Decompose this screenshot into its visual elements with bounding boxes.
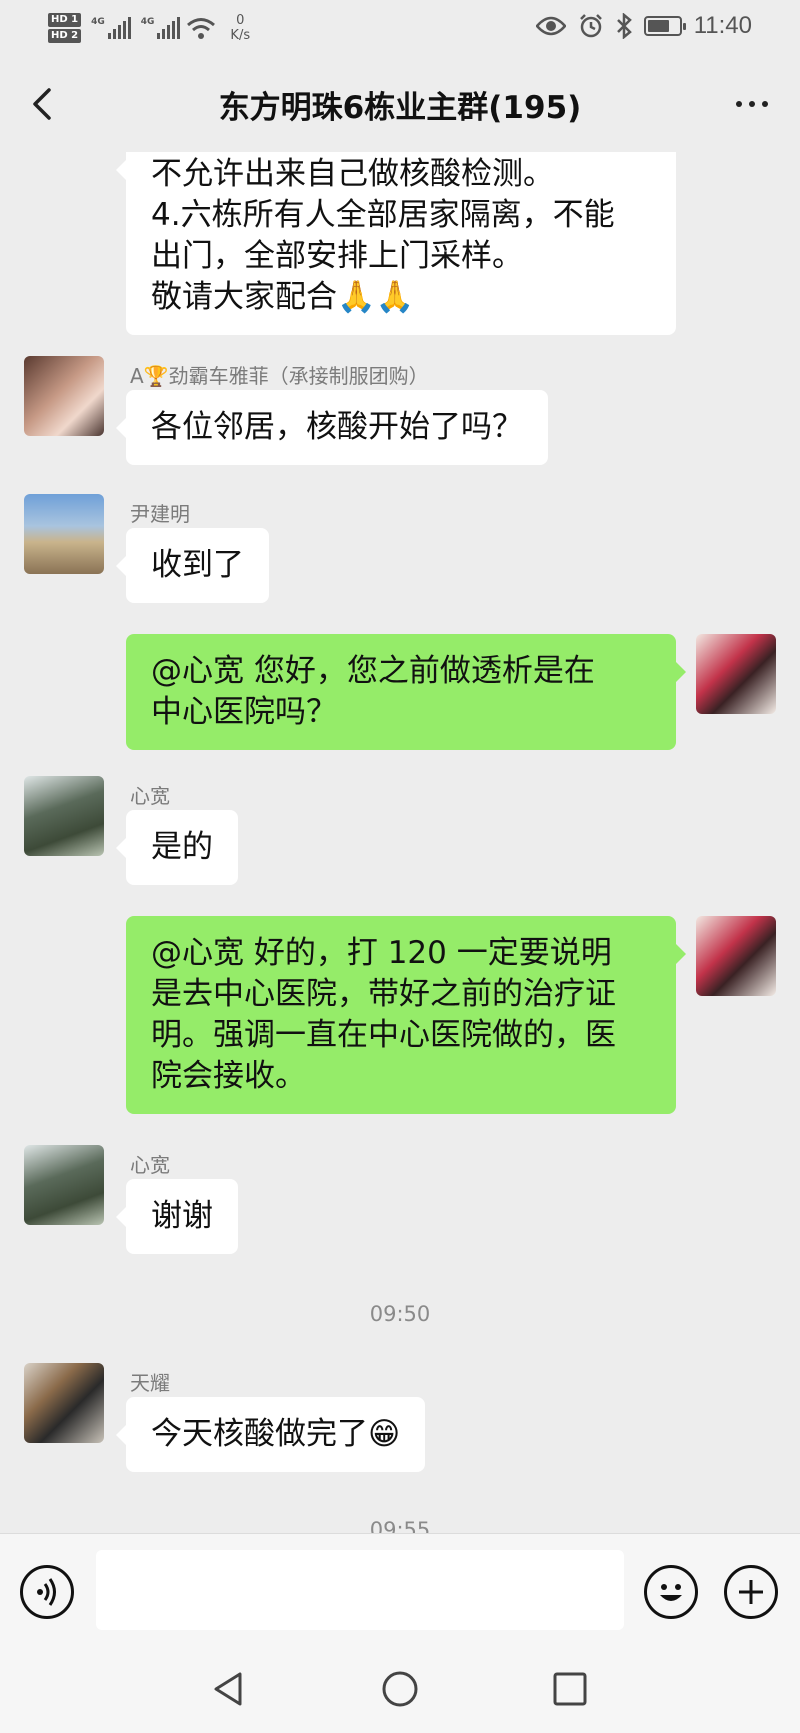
battery-icon: [643, 16, 686, 36]
clock: 11:40: [693, 12, 752, 39]
avatar[interactable]: [24, 776, 104, 856]
sender-name: 天耀: [130, 1371, 170, 1395]
message-bubble[interactable]: 是的: [116, 810, 238, 885]
status-bar: HD 1 HD 2 4G 4G 0 K/s 11:40: [0, 0, 800, 56]
message-bubble[interactable]: 各位邻居，核酸开始了吗？: [116, 390, 548, 465]
wifi-icon: [187, 18, 216, 39]
hd1-badge: HD 1: [48, 13, 82, 27]
recents-square-icon[interactable]: [550, 1669, 590, 1709]
sender-name: 心宽: [130, 784, 170, 808]
system-navigation-bar: [0, 1649, 800, 1733]
hd2-badge: HD 2: [48, 29, 82, 43]
message-list[interactable]: 不允许出来自己做核酸检测。 4.六栋所有人全部居家隔离，不能 出门，全部安排上门…: [0, 152, 800, 1533]
message-bubble[interactable]: 不允许出来自己做核酸检测。 4.六栋所有人全部居家隔离，不能 出门，全部安排上门…: [116, 152, 676, 335]
message-bubble[interactable]: 收到了: [116, 528, 269, 603]
my-avatar[interactable]: [696, 916, 776, 996]
avatar[interactable]: [24, 494, 104, 574]
sender-name: 心宽: [130, 1153, 170, 1177]
input-bar: [0, 1533, 800, 1649]
message-bubble[interactable]: 谢谢: [116, 1179, 238, 1254]
chat-title: 东方明珠6栋业主群(195): [218, 89, 582, 126]
avatar[interactable]: [24, 1145, 104, 1225]
eye-icon: [535, 16, 566, 36]
avatar[interactable]: [24, 356, 104, 436]
back-triangle-icon[interactable]: [210, 1669, 250, 1709]
bluetooth-icon: [616, 13, 632, 39]
signal-2-icon: 4G: [141, 17, 181, 39]
signal-1-icon: 4G: [91, 17, 131, 39]
alarm-icon: [579, 14, 602, 38]
chat-header: 东方明珠6栋业主群(195): [0, 56, 800, 152]
sender-name: A🏆劲霸车雅菲（承接制服团购）: [130, 364, 429, 388]
plus-icon[interactable]: [724, 1565, 778, 1619]
avatar[interactable]: [24, 1363, 104, 1443]
message-input[interactable]: [96, 1550, 624, 1630]
message-bubble-self[interactable]: @心宽 您好，您之前做透析是在 中心医院吗？: [126, 634, 686, 750]
network-speed: 0 K/s: [230, 13, 251, 43]
message-bubble-self[interactable]: @心宽 好的，打 120 一定要说明 是去中心医院，带好之前的治疗证 明。强调一…: [126, 916, 686, 1114]
voice-icon[interactable]: [20, 1565, 74, 1619]
my-avatar[interactable]: [696, 634, 776, 714]
emoji-icon[interactable]: [644, 1565, 698, 1619]
message-bubble[interactable]: 今天核酸做完了😁: [115, 1397, 426, 1472]
timestamp: 09:50: [369, 1302, 431, 1326]
more-options-icon[interactable]: [728, 84, 776, 124]
home-circle-icon[interactable]: [380, 1669, 420, 1709]
sender-name: 尹建明: [130, 502, 190, 526]
back-icon[interactable]: [24, 84, 64, 124]
timestamp: 09:55: [369, 1518, 431, 1533]
